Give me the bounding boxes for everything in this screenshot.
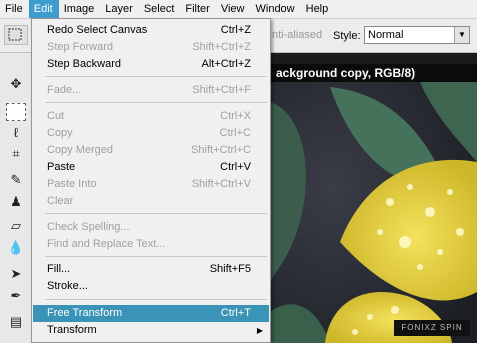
menu-bar: File Edit Image Layer Select Filter View… (0, 0, 477, 19)
document-title-bar[interactable]: ackground copy, RGB/8) (270, 64, 477, 82)
menu-separator (45, 102, 267, 103)
blur-tool-icon[interactable]: 💧 (6, 239, 26, 257)
image-canvas[interactable] (270, 82, 477, 343)
lasso-tool-icon[interactable]: ℓ (6, 123, 26, 141)
menu-item-copy-merged: Copy Merged Shift+Ctrl+C (47, 144, 251, 156)
menu-item-step-forward: Step Forward Shift+Ctrl+Z (47, 41, 251, 53)
edit-menu-dropdown: Redo Select Canvas Ctrl+Z Step Forward Shi… (31, 18, 271, 343)
flower-photo (270, 82, 477, 343)
menu-item-step-backward[interactable]: Step Backward Alt+Ctrl+Z (33, 56, 269, 73)
document-title: ackground copy, RGB/8) (276, 66, 416, 80)
menu-view[interactable]: View (216, 0, 251, 18)
menu-image[interactable]: Image (59, 0, 101, 18)
stamp-tool-icon[interactable]: ♟ (6, 193, 26, 211)
menu-item-transform[interactable]: Transform ▶ (33, 322, 269, 339)
menu-item-free-transform[interactable]: Free Transform Ctrl+T (33, 305, 269, 322)
submenu-arrow-icon: ▶ (256, 326, 263, 335)
menu-item-fade: Fade... Shift+Ctrl+F (47, 84, 251, 96)
menu-separator (45, 213, 267, 214)
crop-tool-icon[interactable]: ⌗ (6, 145, 26, 163)
menu-file[interactable]: File (0, 0, 29, 18)
notes-tool-icon[interactable]: ▤ (6, 313, 26, 331)
tools-panel: ✥ ℓ ⌗ ✎ ♟ ▱ 💧 ➤ ✒ ▤ (0, 53, 33, 343)
menu-separator (45, 76, 267, 77)
menu-item-check-spelling: Check Spelling... (47, 221, 130, 233)
eraser-tool-icon[interactable]: ▱ (6, 217, 26, 235)
menu-filter[interactable]: Filter (180, 0, 215, 18)
path-select-icon[interactable]: ➤ (6, 265, 26, 283)
healing-brush-icon[interactable]: ✎ (6, 171, 26, 189)
menu-separator (45, 256, 267, 257)
pen-tool-icon[interactable]: ✒ (6, 287, 26, 305)
menu-item-redo-select-canvas[interactable]: Redo Select Canvas Ctrl+Z (33, 22, 269, 39)
style-label: Style: (333, 30, 361, 42)
move-tool-icon[interactable]: ✥ (6, 75, 26, 93)
menu-item-paste[interactable]: Paste Ctrl+V (33, 159, 269, 176)
menu-separator (45, 299, 267, 300)
chevron-down-icon[interactable]: ▼ (454, 27, 469, 43)
menu-layer[interactable]: Layer (100, 0, 139, 18)
style-select[interactable]: Normal ▼ (364, 26, 470, 44)
menu-item-clear: Clear (47, 195, 74, 207)
marquee-tool-icon[interactable] (6, 103, 26, 121)
menu-help[interactable]: Help (301, 0, 335, 18)
menu-item-paste-into: Paste Into Shift+Ctrl+V (47, 178, 251, 190)
menu-edit[interactable]: Edit (28, 0, 59, 18)
menu-item-fill[interactable]: Fill... Shift+F5 (33, 261, 269, 278)
menu-item-cut: Cut Ctrl+X (47, 110, 251, 122)
tool-preset-icon[interactable] (4, 25, 28, 45)
style-value: Normal (368, 29, 404, 41)
anti-aliased-option[interactable]: nti-aliased (272, 29, 322, 41)
watermark: FONIXZ SPIN (394, 320, 470, 336)
menu-item-copy: Copy Ctrl+C (47, 127, 251, 139)
menu-select[interactable]: Select (139, 0, 181, 18)
menu-item-find-replace: Find and Replace Text... (47, 238, 166, 250)
menu-window[interactable]: Window (251, 0, 301, 18)
menu-item-stroke[interactable]: Stroke... (33, 278, 269, 295)
